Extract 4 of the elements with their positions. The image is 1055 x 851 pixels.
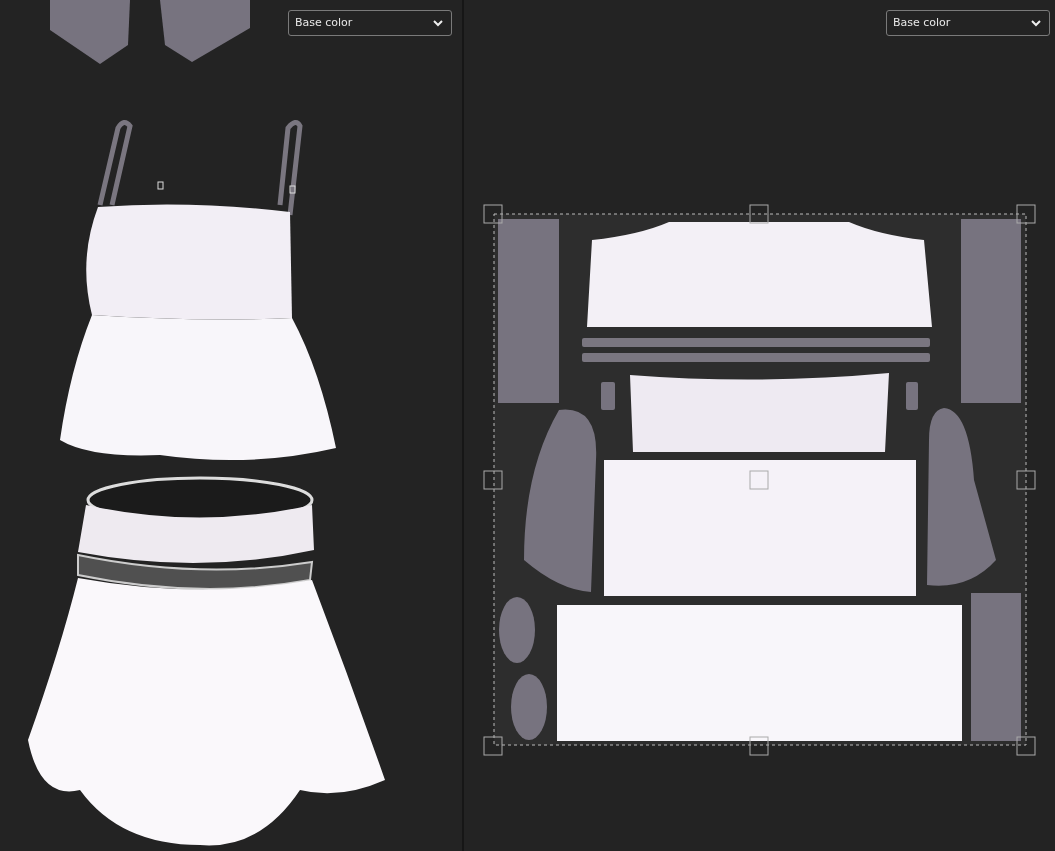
caret-icon xyxy=(1031,19,1041,27)
channel-dropdown[interactable]: Base color xyxy=(886,10,1050,36)
caret-icon xyxy=(433,19,443,27)
channel-dropdown[interactable]: Base color xyxy=(288,10,452,36)
